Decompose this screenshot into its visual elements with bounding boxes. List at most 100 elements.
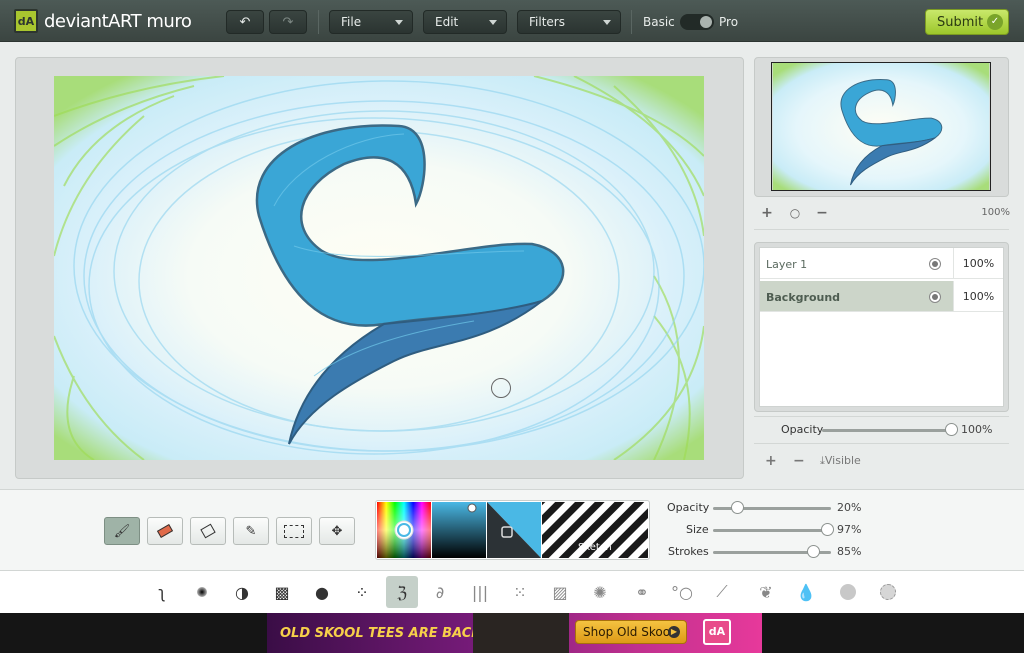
filters-menu-label: Filters (529, 15, 565, 29)
pro-mode-label: Pro (719, 15, 739, 29)
water-drop-brush-button[interactable]: 💧 (790, 576, 822, 608)
divider (754, 229, 1009, 230)
shading-brush-button[interactable]: ◑ (226, 576, 258, 608)
brush-tool-icon: 🖌 (113, 523, 131, 539)
smudge-tool-button[interactable] (190, 517, 226, 545)
dots-brush-icon: ⁙ (513, 582, 527, 602)
undo-button[interactable]: ↶ (226, 10, 264, 34)
zoom-out-icon[interactable]: − (815, 206, 829, 220)
zoom-reset-icon[interactable]: ○ (788, 206, 802, 220)
navigator-thumbnail[interactable] (771, 62, 991, 191)
chain-brush-button[interactable]: ⚭ (626, 576, 658, 608)
drip-brush-icon: ● (315, 582, 329, 602)
brush-tool-button[interactable]: 🖌 (104, 517, 140, 545)
eraser-tool-icon (156, 524, 174, 538)
merge-visible-button[interactable]: ⤓Visible (820, 454, 861, 468)
eyedropper-tool-icon: ✎ (245, 523, 257, 539)
curly-brush-icon: ∂ (435, 582, 445, 602)
bubbles-brush-button[interactable]: °○ (666, 576, 698, 608)
file-menu-button[interactable]: File (329, 10, 413, 34)
selection-tool-button[interactable] (276, 517, 312, 545)
layer-main: Layer 1 (760, 248, 953, 279)
color-swatch-label: Sketch (578, 542, 612, 553)
filters-menu-button[interactable]: Filters (517, 10, 621, 34)
burst-brush-icon: ✺ (593, 582, 607, 602)
chain-brush-icon: ⚭ (635, 582, 649, 602)
layer-opacity-slider[interactable] (822, 429, 952, 432)
squiggle-brush-button[interactable]: ʅ (146, 576, 178, 608)
texture-brush-button[interactable] (832, 576, 864, 608)
leaves-brush-icon: ❦ (759, 582, 773, 602)
remove-layer-icon[interactable]: − (793, 453, 805, 469)
toolbar-separator (318, 10, 319, 34)
layer-opacity: 100% (953, 281, 1003, 312)
layer-main: Background (760, 281, 953, 312)
zoom-percent: 100% (981, 207, 1010, 218)
move-tool-button[interactable]: ✥ (319, 517, 355, 545)
texture-brush-icon (840, 584, 856, 600)
slider-knob[interactable] (945, 423, 958, 436)
drawing-canvas[interactable] (54, 76, 704, 460)
chevron-down-icon (603, 20, 611, 25)
edit-menu-label: Edit (435, 15, 459, 29)
layer-name: Layer 1 (766, 258, 808, 271)
mode-toggle[interactable] (680, 14, 714, 30)
soft-brush-icon (197, 587, 207, 597)
eyedropper-tool-button[interactable]: ✎ (233, 517, 269, 545)
deviantart-logo-icon: dA (14, 9, 38, 33)
hatch-brush-icon: ▨ (552, 582, 568, 602)
brush-cursor (491, 378, 511, 398)
layer-name: Background (766, 291, 841, 304)
leaves-brush-button[interactable]: ❦ (750, 576, 782, 608)
crosshatch-brush-button[interactable]: ▩ (266, 576, 298, 608)
slider-knob[interactable] (730, 501, 744, 514)
submit-label: Submit (937, 14, 984, 30)
rough-brush-icon (880, 584, 896, 600)
sketch-brush-icon: ℨ (397, 582, 407, 602)
divider (754, 416, 1009, 417)
selection-tool-icon (284, 524, 304, 538)
redo-icon: ↷ (282, 14, 294, 30)
visibility-icon[interactable] (929, 258, 941, 270)
zoom-in-icon[interactable]: + (760, 206, 774, 220)
feather-brush-button[interactable]: ⟋ (706, 576, 738, 608)
ad-headline: OLD SKOOL TEES ARE BACK! (280, 626, 488, 641)
lines-brush-button[interactable]: ||| (464, 576, 496, 608)
ad-tshirt-image (473, 613, 569, 653)
sketch-brush-button[interactable]: ℨ (386, 576, 418, 608)
eraser-tool-button[interactable] (147, 517, 183, 545)
curly-brush-button[interactable]: ∂ (424, 576, 456, 608)
visible-label: Visible (824, 454, 861, 467)
layer-opacity-value: 100% (961, 423, 993, 436)
toggle-knob (700, 16, 712, 28)
shop-button-label: Shop Old Skool (583, 625, 674, 639)
deviantart-ad-logo-icon: dA (703, 619, 731, 645)
add-layer-icon[interactable]: + (765, 453, 777, 469)
edit-menu-button[interactable]: Edit (423, 10, 507, 34)
drip-brush-button[interactable]: ● (306, 576, 338, 608)
chevron-down-icon (489, 20, 497, 25)
burst-brush-button[interactable]: ✺ (584, 576, 616, 608)
shop-button[interactable]: Shop Old Skool ▶ (575, 620, 687, 644)
shading-brush-icon: ◑ (235, 582, 249, 602)
dots-brush-button[interactable]: ⁙ (504, 576, 536, 608)
squiggle-brush-icon: ʅ (158, 582, 166, 602)
redo-button[interactable]: ↷ (269, 10, 307, 34)
layer-row[interactable]: Background 100% (760, 281, 1003, 312)
smudge-tool-icon (200, 523, 216, 539)
hatch-brush-button[interactable]: ▨ (544, 576, 576, 608)
splatter-brush-button[interactable]: ⁘ (346, 576, 378, 608)
brush-size-slider[interactable] (713, 529, 831, 532)
layer-row[interactable]: Layer 1 100% (760, 248, 1003, 279)
brush-opacity-value: 20% (837, 501, 862, 514)
zoom-controls: + ○ − 100% (760, 206, 1010, 220)
submit-button[interactable]: Submit ✓ (925, 9, 1009, 35)
rough-brush-button[interactable] (872, 576, 904, 608)
brush-strokes-label: Strokes (668, 545, 709, 558)
soft-brush-button[interactable] (186, 576, 218, 608)
app-logo[interactable]: dA deviantART muro (14, 9, 192, 33)
brush-strokes-value: 85% (837, 545, 862, 558)
water-drop-brush-icon: 💧 (796, 582, 816, 602)
brush-opacity-label: Opacity (667, 501, 710, 514)
visibility-icon[interactable] (929, 291, 941, 303)
